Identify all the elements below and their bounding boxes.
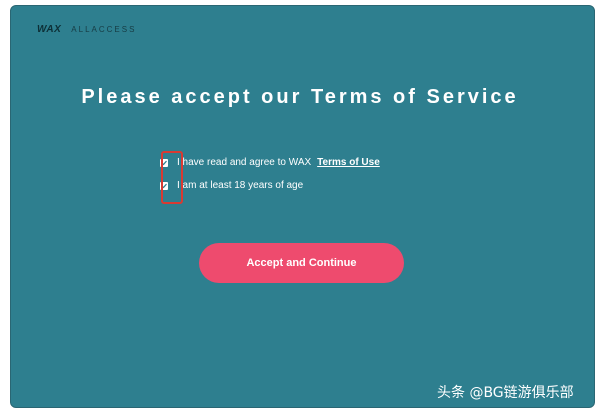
terms-checkbox-label: I have read and agree to WAX — [177, 157, 312, 168]
accept-and-continue-button[interactable]: Accept and Continue — [199, 243, 404, 283]
age-checkbox-label: I am at least 18 years of age — [177, 180, 304, 191]
terms-agreement-row[interactable]: I have read and agree to WAX Terms of Us… — [160, 157, 380, 168]
brand-header: WAX ALLACCESS — [37, 24, 136, 35]
page-title: Please accept our Terms of Service — [81, 86, 519, 108]
wax-logo: WAX — [37, 24, 62, 35]
watermark-text: 头条 @BG链游俱乐部 — [437, 385, 574, 401]
brand-product-name: ALLACCESS — [71, 25, 137, 34]
checkbox-highlight-box — [161, 151, 183, 204]
terms-of-use-link[interactable]: Terms of Use — [317, 157, 380, 168]
terms-dialog: WAX ALLACCESS — [10, 5, 595, 408]
